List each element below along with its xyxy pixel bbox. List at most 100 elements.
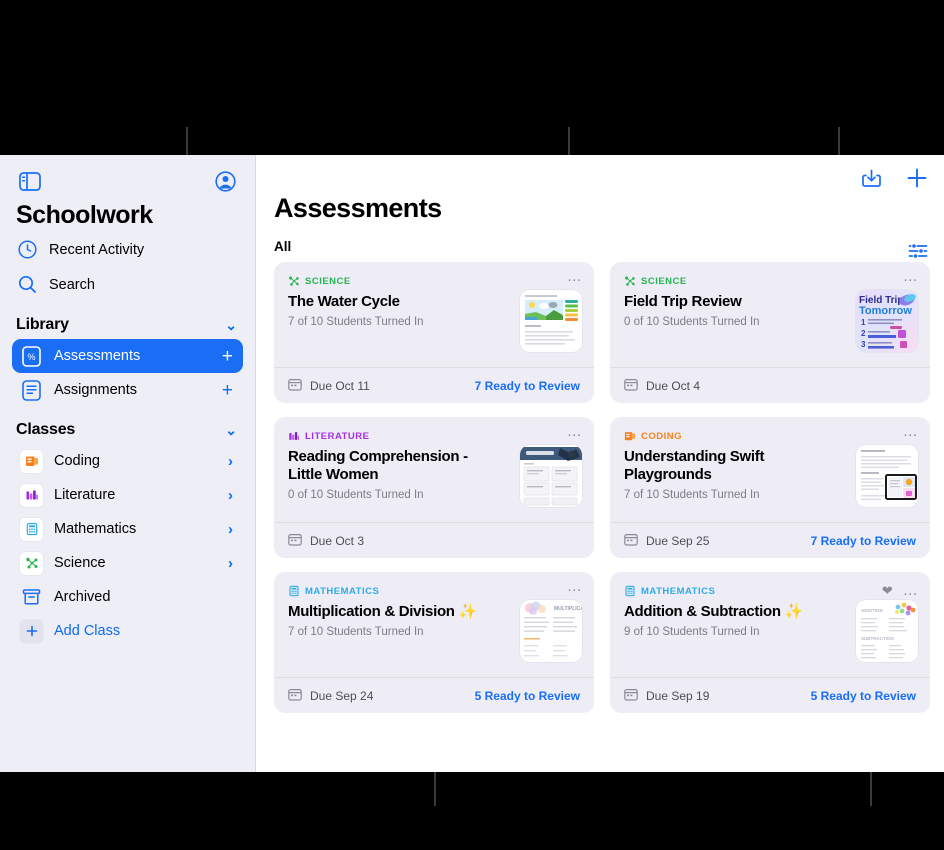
card-more-menu-icon[interactable]: … [903, 424, 919, 439]
card-body: MATHEMATICS … Multiplication & Division … [274, 572, 594, 677]
sidebar-header [0, 155, 255, 195]
card-more-menu-icon[interactable]: … [903, 269, 919, 284]
card-category: SCIENCE [624, 275, 916, 287]
card-due-label: Due Oct 3 [310, 533, 365, 548]
chevron-right-icon[interactable]: › [228, 453, 233, 470]
calculator-icon [624, 585, 636, 597]
coding-app-icon [20, 449, 43, 473]
svg-text:ADDITION: ADDITION [861, 608, 883, 613]
card-thumbnail: MULTIPLICATION [520, 600, 582, 662]
sidebar-item-mathematics[interactable]: Mathematics › [12, 512, 243, 546]
card-footer: Due Oct 4 [610, 367, 930, 403]
card-due: Due Sep 19 [624, 688, 709, 704]
page-subtitle-filter-label: All [274, 239, 292, 254]
card-ready-to-review-link[interactable]: 5 Ready to Review [811, 689, 916, 703]
filter-sliders-icon[interactable] [906, 239, 930, 263]
card-due-label: Due Oct 11 [310, 378, 370, 393]
sidebar-section-library[interactable]: Library ⌄ [0, 302, 255, 339]
card-category-label: MATHEMATICS [305, 585, 380, 597]
sidebar-item-label: Archived [54, 589, 111, 605]
svg-text:SUBTRACTION: SUBTRACTION [861, 636, 894, 641]
coding-book-icon [624, 430, 636, 442]
sidebar-item-coding[interactable]: Coding › [12, 444, 243, 478]
add-assessment-plus-icon[interactable]: + [222, 347, 233, 366]
main-content: Assessments All SCIENCE … The Water Cycl… [256, 155, 944, 772]
assessments-icon: % [20, 345, 43, 368]
section-title: Library [16, 316, 69, 333]
plus-icon [20, 619, 43, 643]
chevron-down-icon[interactable]: ⌄ [225, 317, 237, 334]
account-circle-icon[interactable] [211, 167, 239, 195]
calculator-icon [288, 585, 300, 597]
calendar-icon [624, 688, 638, 704]
sidebar-item-assessments[interactable]: % Assessments + [12, 339, 243, 373]
chevron-right-icon[interactable]: › [228, 555, 233, 572]
sidebar-item-archived[interactable]: Archived [12, 580, 243, 614]
card-ready-to-review-link[interactable]: 7 Ready to Review [475, 379, 580, 393]
card-category: CODING [624, 430, 916, 442]
page-title: Assessments [274, 193, 442, 223]
share-download-icon[interactable] [858, 165, 884, 191]
svg-text:%: % [27, 352, 35, 362]
card-due: Due Oct 4 [624, 378, 700, 394]
sidebar-section-classes[interactable]: Classes ⌄ [0, 407, 255, 444]
svg-text:2: 2 [861, 329, 866, 338]
card-due: Due Oct 11 [288, 378, 370, 394]
sidebar-item-label: Add Class [54, 623, 121, 639]
svg-text:MULTIPLICATION: MULTIPLICATION [554, 606, 582, 612]
svg-text:3: 3 [861, 340, 866, 349]
sidebar-item-recent-activity[interactable]: Recent Activity [0, 232, 255, 267]
clock-icon [16, 239, 38, 261]
assessment-card[interactable]: MATHEMATICS … Multiplication & Division … [274, 572, 594, 713]
card-category: MATHEMATICS [624, 585, 916, 597]
card-more-menu-icon[interactable]: … [567, 269, 583, 284]
sidebar-item-label: Science [54, 555, 106, 571]
assessment-card[interactable]: MATHEMATICS ❤ … Addition & Subtraction ✨… [610, 572, 930, 713]
add-new-icon[interactable] [904, 165, 930, 191]
card-category: SCIENCE [288, 275, 580, 287]
card-actions: … [903, 424, 919, 439]
sidebar-item-literature[interactable]: Literature › [12, 478, 243, 512]
svg-text:1: 1 [861, 318, 866, 327]
card-footer: Due Sep 25 7 Ready to Review [610, 522, 930, 558]
card-due-label: Due Oct 4 [646, 378, 701, 393]
card-category-label: MATHEMATICS [641, 585, 716, 597]
card-more-menu-icon[interactable]: … [903, 583, 919, 598]
card-due: Due Sep 25 [624, 533, 709, 549]
add-assignment-plus-icon[interactable]: + [222, 381, 233, 400]
card-category: LITERATURE [288, 430, 580, 442]
card-title: Reading Comprehension - Little Women [288, 448, 468, 483]
assessment-card[interactable]: SCIENCE … Field Trip Review 0 of 10 Stud… [610, 262, 930, 403]
search-icon [16, 274, 38, 296]
card-thumbnail [856, 445, 918, 507]
sidebar-item-science[interactable]: Science › [12, 546, 243, 580]
app-title: Schoolwork [16, 201, 153, 229]
sidebar-item-label: Coding [54, 453, 100, 469]
card-due: Due Oct 3 [288, 533, 364, 549]
card-thumbnail: Field Trip Tomorrow 1 2 3 [856, 290, 918, 352]
card-footer: Due Oct 11 7 Ready to Review [274, 367, 594, 403]
sidebar-item-label: Recent Activity [49, 241, 145, 258]
card-body: SCIENCE … The Water Cycle 7 of 10 Studen… [274, 262, 594, 367]
assessment-card[interactable]: CODING … Understanding Swift Playgrounds… [610, 417, 930, 558]
favorite-heart-icon[interactable]: ❤ [882, 583, 893, 599]
archive-box-icon [20, 586, 43, 609]
card-thumbnail [520, 445, 582, 507]
assessment-card[interactable]: LITERATURE … Reading Comprehension - Lit… [274, 417, 594, 558]
card-ready-to-review-link[interactable]: 5 Ready to Review [475, 689, 580, 703]
card-category-label: CODING [641, 430, 682, 442]
card-more-menu-icon[interactable]: … [567, 579, 583, 594]
chevron-down-icon[interactable]: ⌄ [225, 422, 237, 439]
sidebar-item-add-class[interactable]: Add Class [12, 614, 243, 648]
assessment-card[interactable]: SCIENCE … The Water Cycle 7 of 10 Studen… [274, 262, 594, 403]
sidebar-item-search[interactable]: Search [0, 267, 255, 302]
chevron-right-icon[interactable]: › [228, 487, 233, 504]
card-body: SCIENCE … Field Trip Review 0 of 10 Stud… [610, 262, 930, 367]
science-molecule-icon [624, 275, 636, 287]
chevron-right-icon[interactable]: › [228, 521, 233, 538]
card-more-menu-icon[interactable]: … [567, 424, 583, 439]
card-ready-to-review-link[interactable]: 7 Ready to Review [811, 534, 916, 548]
sidebar-item-label: Literature [54, 487, 116, 503]
sidebar-item-assignments[interactable]: Assignments + [12, 373, 243, 407]
sidebar-toggle-icon[interactable] [16, 167, 44, 195]
